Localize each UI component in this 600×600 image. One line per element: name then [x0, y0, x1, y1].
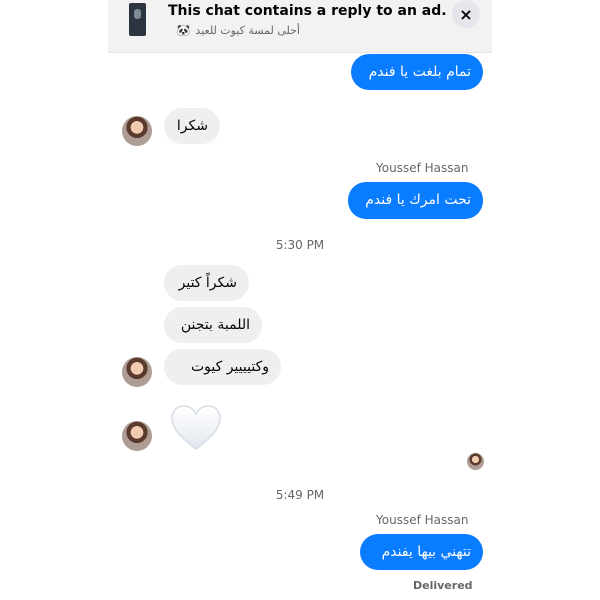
outgoing-message[interactable]: تمام بلغت يا فندم: [351, 54, 483, 90]
contact-avatar[interactable]: [122, 357, 152, 387]
outgoing-message[interactable]: تتهني بيها يفندم: [360, 534, 483, 570]
delivered-status: Delivered: [413, 579, 473, 592]
contact-avatar[interactable]: [122, 421, 152, 451]
close-button[interactable]: ×: [452, 0, 480, 28]
white-heart-icon[interactable]: [170, 404, 222, 452]
ad-thumbnail[interactable]: [129, 3, 146, 36]
panda-icon: 🐼: [176, 24, 191, 37]
sender-name: Youssef Hassan: [376, 513, 469, 527]
banner-subtitle-text: أحلى لمسة كيوت للعيد: [195, 24, 300, 37]
incoming-message[interactable]: شكراً كتير: [164, 265, 249, 301]
sender-name: Youssef Hassan: [376, 161, 469, 175]
read-receipt-avatar: [467, 453, 484, 470]
outgoing-message[interactable]: تحت امرك يا فندم: [348, 182, 483, 219]
banner-subtitle: 🐼 أحلى لمسة كيوت للعيد: [168, 24, 300, 37]
ad-reply-banner: This chat contains a reply to an ad. 🐼 أ…: [108, 0, 492, 53]
incoming-message[interactable]: اللمبة بتجنن: [164, 307, 262, 343]
timestamp: 5:49 PM: [275, 488, 325, 502]
incoming-message[interactable]: وكتيييير كيوت: [164, 349, 281, 385]
contact-avatar[interactable]: [122, 116, 152, 146]
incoming-message[interactable]: شكرا: [164, 108, 220, 144]
banner-title: This chat contains a reply to an ad.: [168, 3, 447, 19]
timestamp: 5:30 PM: [275, 238, 325, 252]
